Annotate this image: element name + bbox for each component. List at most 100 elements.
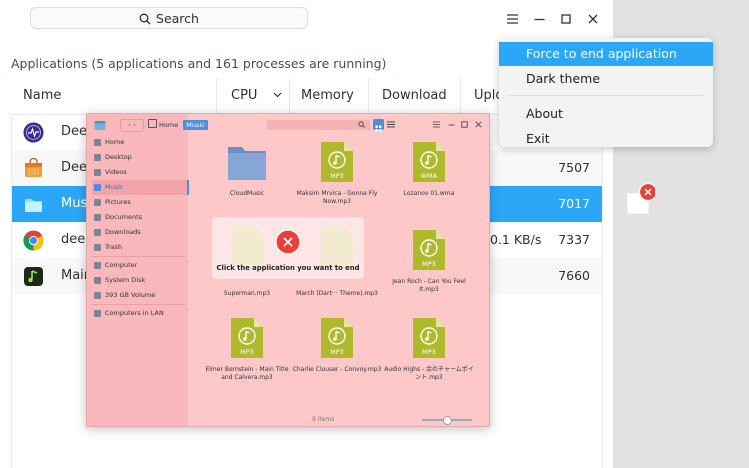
status-item-count: 9 items xyxy=(312,416,335,423)
file-item[interactable]: MP3 Maksim Mrvica - Gonna Fly Now.mp3 xyxy=(292,142,382,206)
disk-icon xyxy=(94,277,101,284)
sidebar-item-pictures[interactable]: Pictures xyxy=(92,195,187,210)
file-name: Lozanov 01.wma xyxy=(403,190,455,197)
minimize-button[interactable] xyxy=(531,11,547,27)
file-item-folder[interactable]: CloudMusic xyxy=(202,142,292,198)
pid-value: 7660 xyxy=(558,268,590,283)
sidebar-item-documents[interactable]: Documents xyxy=(92,210,187,225)
network-icon xyxy=(94,310,101,317)
file-name: Elmer Bernstein - Main Title and Calvera… xyxy=(205,366,289,381)
column-download[interactable]: Download xyxy=(382,78,447,114)
mp3-file-icon: MP3 xyxy=(413,318,445,358)
file-manager-app-icon xyxy=(94,121,106,130)
pid-value: 7507 xyxy=(558,160,590,175)
home-icon[interactable] xyxy=(148,119,157,128)
file-item[interactable]: MP3 Charlie Clouser - Convoy.mp3 xyxy=(292,318,382,374)
column-divider xyxy=(460,78,461,114)
file-name: March (Dart··· Theme).mp3 xyxy=(296,290,378,297)
breadcrumb-current[interactable]: Music xyxy=(183,120,208,130)
breadcrumb: Home Music xyxy=(148,119,208,131)
kill-prompt-text: Click the application you want to end xyxy=(216,264,360,272)
sidebar-item-videos[interactable]: Videos xyxy=(92,165,187,180)
file-badge: MP3 xyxy=(330,348,344,356)
sidebar-item-computer[interactable]: Computer xyxy=(92,258,187,273)
sidebar-item-system-disk[interactable]: System Disk xyxy=(92,273,187,288)
computer-icon xyxy=(94,262,101,269)
context-menu: Force to end application Dark theme Abou… xyxy=(499,38,713,147)
menu-icon[interactable] xyxy=(433,121,440,128)
file-item[interactable]: MP3 Jean Roch - Can You Feel It.mp3 xyxy=(384,230,474,294)
desktop-icon xyxy=(94,154,101,161)
disk-icon xyxy=(94,292,101,299)
sidebar-item-volume[interactable]: 393 GB Volume xyxy=(92,288,187,303)
file-badge: MP3 xyxy=(330,172,344,180)
zoom-slider-handle[interactable] xyxy=(443,416,452,425)
search-label: Search xyxy=(156,11,199,26)
deepin-store-icon xyxy=(25,158,42,177)
maximize-icon[interactable] xyxy=(461,121,468,128)
back-forward-buttons[interactable]: ‹ › xyxy=(120,119,144,132)
file-name: CloudMusic xyxy=(229,190,265,197)
file-name: Superman.mp3 xyxy=(223,290,271,297)
wma-file-icon: WMA xyxy=(413,142,445,182)
trash-icon xyxy=(94,244,101,251)
file-item[interactable]: MP3 Elmer Bernstein - Main Title and Cal… xyxy=(202,318,292,382)
table-right-border xyxy=(602,114,603,468)
deepin-system-monitor-icon xyxy=(23,122,44,143)
minimize-icon[interactable] xyxy=(448,121,455,128)
close-icon xyxy=(588,14,598,24)
file-badge: WMA xyxy=(421,172,438,180)
grid-view-button[interactable] xyxy=(373,119,384,132)
close-icon[interactable] xyxy=(475,121,482,128)
sidebar-item-downloads[interactable]: Downloads xyxy=(92,225,187,240)
music-icon xyxy=(94,184,101,191)
menu-separator xyxy=(509,95,703,96)
list-view-icon[interactable] xyxy=(387,121,395,128)
file-name: Charlie Clouser - Convoy.mp3 xyxy=(292,366,382,373)
chrome-icon xyxy=(23,230,44,251)
file-item[interactable]: WMA Lozanov 01.wma xyxy=(384,142,474,198)
menu-item-force-end[interactable]: Force to end application xyxy=(499,42,713,66)
search-icon[interactable] xyxy=(358,121,365,128)
column-cpu[interactable]: CPU xyxy=(231,78,257,114)
file-badge: MP3 xyxy=(422,260,436,268)
kill-cursor-icon xyxy=(627,183,655,215)
sidebar-item-desktop[interactable]: Desktop xyxy=(92,150,187,165)
download-icon xyxy=(94,229,101,236)
app-name: Mus xyxy=(61,196,88,211)
breadcrumb-home[interactable]: Home xyxy=(159,121,178,129)
document-icon xyxy=(94,214,101,221)
chevron-right-icon[interactable]: › xyxy=(133,121,136,129)
search-icon xyxy=(139,13,151,25)
home-icon xyxy=(94,139,101,146)
menu-item-about[interactable]: About xyxy=(499,102,713,126)
close-button[interactable] xyxy=(585,11,601,27)
sidebar-divider xyxy=(92,256,186,257)
file-badge: MP3 xyxy=(240,348,254,356)
sidebar-item-music[interactable]: Music xyxy=(92,180,189,195)
process-summary: Applications (5 applications and 161 pro… xyxy=(11,56,387,71)
pid-value: 7017 xyxy=(558,196,590,211)
music-app-icon xyxy=(24,267,43,286)
file-manager-window[interactable]: ‹ › Home Music Home Desktop Videos Music… xyxy=(86,113,490,427)
column-name[interactable]: Name xyxy=(23,78,61,114)
maximize-button[interactable] xyxy=(558,11,574,27)
download-value: 0.1 KB/s xyxy=(490,232,542,247)
chevron-left-icon[interactable]: ‹ xyxy=(128,121,131,129)
sidebar-item-home[interactable]: Home xyxy=(92,135,187,150)
sidebar-item-trash[interactable]: Trash xyxy=(92,240,187,255)
file-manager-icon xyxy=(25,199,42,212)
column-memory[interactable]: Memory xyxy=(301,78,354,114)
address-bar[interactable] xyxy=(267,120,370,130)
file-name: Jean Roch - Can You Feel It.mp3 xyxy=(392,278,466,293)
mp3-file-icon: MP3 xyxy=(321,142,353,182)
hamburger-menu-button[interactable] xyxy=(504,11,520,27)
table-left-border xyxy=(11,114,12,468)
search-input[interactable]: Search xyxy=(30,7,308,29)
file-badge: MP3 xyxy=(422,348,436,356)
file-item[interactable]: MP3 Audio Highs - 余のチャームポイント.mp3 xyxy=(384,318,474,382)
menu-item-dark-theme[interactable]: Dark theme xyxy=(499,67,713,91)
sidebar-item-computers-in-lan[interactable]: Computers in LAN xyxy=(92,306,187,321)
menu-item-exit[interactable]: Exit xyxy=(499,127,713,151)
pid-value: 7337 xyxy=(558,232,590,247)
